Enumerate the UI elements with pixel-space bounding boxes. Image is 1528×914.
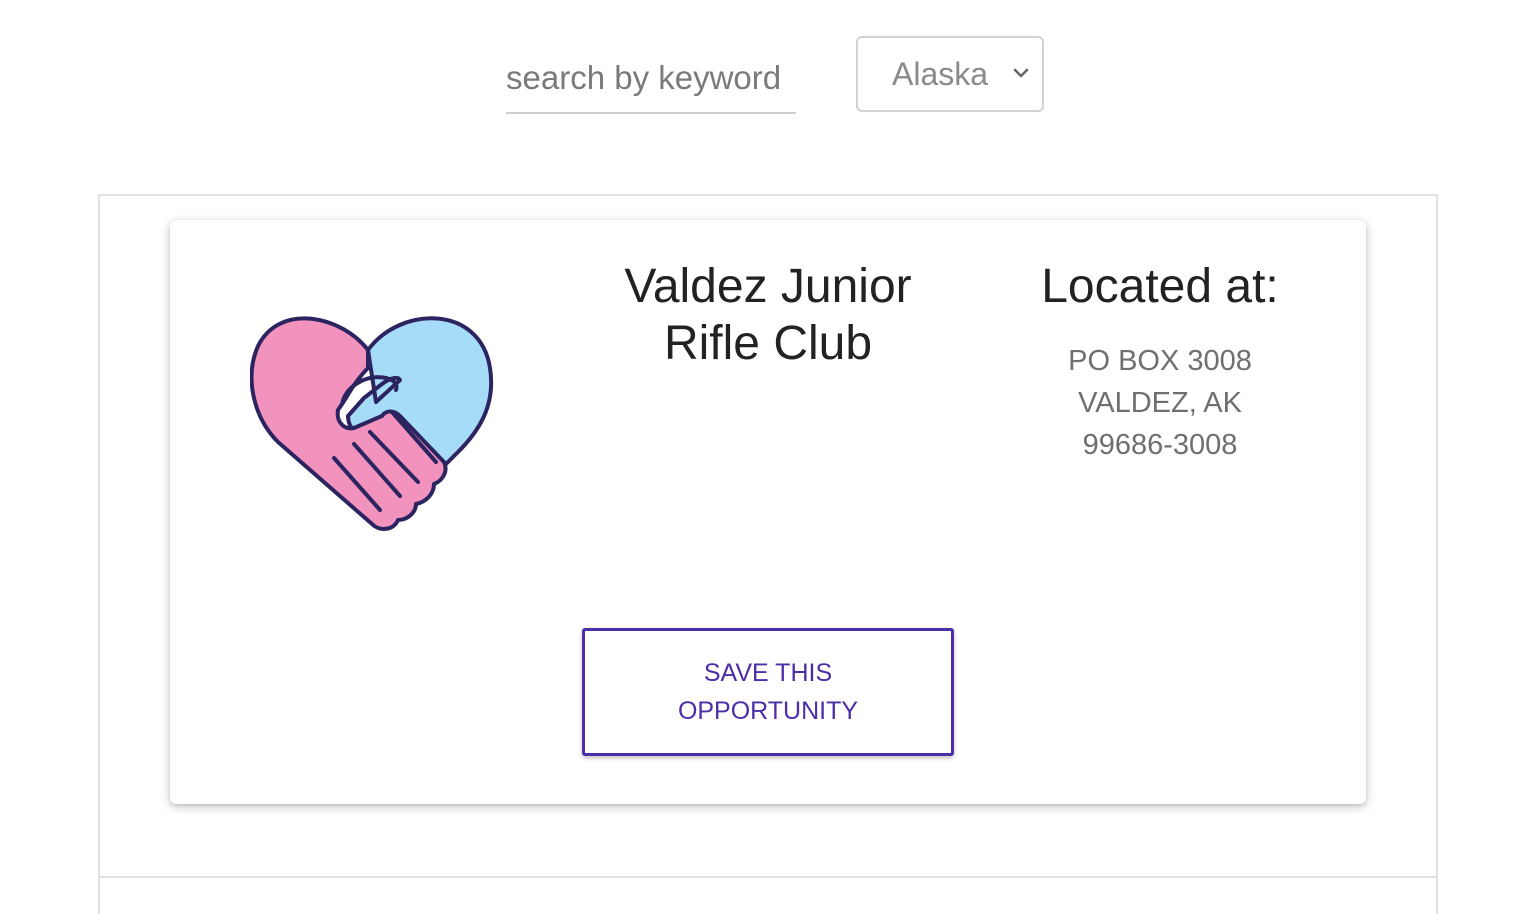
- address-line: VALDEZ, AK: [1078, 387, 1242, 419]
- address-line: 99686-3008: [1082, 429, 1238, 461]
- search-input[interactable]: [506, 48, 796, 108]
- save-opportunity-button[interactable]: SAVE THIS OPPORTUNITY: [582, 628, 954, 756]
- address-line: PO BOX 3008: [1068, 345, 1252, 377]
- save-button-label-line: SAVE THIS: [703, 659, 833, 687]
- heart-handshake-icon: [250, 316, 494, 531]
- chevron-down-icon: [1013, 68, 1029, 78]
- location-heading: Located at:: [1041, 260, 1279, 313]
- results-divider: [98, 876, 1438, 878]
- search-bar: [506, 48, 796, 114]
- save-button-label-line: OPPORTUNITY: [677, 697, 859, 725]
- state-select[interactable]: Alaska: [856, 36, 1044, 112]
- opportunity-title: Valdez Junior Rifle Club: [590, 258, 946, 372]
- opportunity-title-line: Valdez Junior: [624, 260, 912, 313]
- opportunity-card: Valdez Junior Rifle Club Located at: PO …: [170, 220, 1366, 804]
- opportunity-title-line: Rifle Club: [663, 317, 873, 370]
- state-select-value: Alaska: [892, 55, 989, 92]
- address-block: PO BOX 3008 VALDEZ, AK 99686-3008: [1008, 340, 1312, 466]
